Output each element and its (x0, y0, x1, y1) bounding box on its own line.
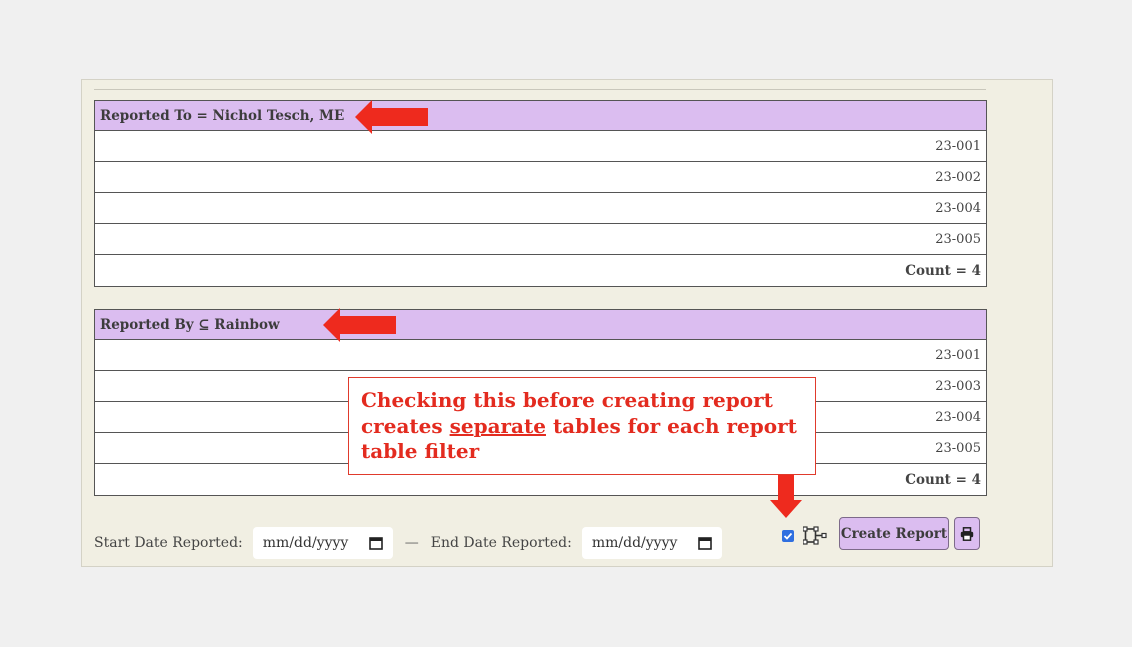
case-number[interactable]: 23-005 (935, 441, 981, 456)
table-count-row: Count = 4 (95, 255, 986, 286)
separate-tables-checkbox[interactable] (782, 530, 794, 542)
end-date-input[interactable]: mm/dd/yyyy (581, 527, 722, 559)
end-date-label: End Date Reported: (430, 535, 572, 551)
calendar-icon[interactable] (698, 536, 712, 550)
table-row[interactable]: 23-001 (95, 131, 986, 162)
printer-icon (960, 526, 974, 541)
callout-line: table filter (361, 439, 480, 463)
calendar-icon[interactable] (368, 536, 383, 550)
case-number[interactable]: 23-001 (935, 348, 981, 363)
report-table-reported-to: Reported To = Nichol Tesch, ME 23-001 23… (94, 100, 987, 287)
print-button[interactable] (954, 517, 980, 550)
divider (94, 89, 986, 90)
split-tables-icon (803, 526, 827, 545)
start-date-label: Start Date Reported: (94, 535, 243, 551)
case-number[interactable]: 23-004 (935, 410, 981, 425)
case-number[interactable]: 23-005 (935, 232, 981, 247)
count-label: Count = 4 (905, 471, 981, 488)
table-row[interactable]: 23-005 (95, 224, 986, 255)
table-row[interactable]: 23-004 (95, 193, 986, 224)
start-date-input[interactable]: mm/dd/yyyy (252, 527, 393, 559)
table-row[interactable]: 23-002 (95, 162, 986, 193)
annotation-arrow-left-icon (323, 308, 396, 342)
annotation-callout: Checking this before creating report cre… (348, 377, 816, 475)
annotation-arrow-left-icon (355, 100, 428, 134)
case-number[interactable]: 23-002 (935, 170, 981, 185)
report-panel: Reported To = Nichol Tesch, ME 23-001 23… (81, 79, 1053, 567)
count-label: Count = 4 (905, 262, 981, 279)
callout-line: Checking this before creating report (361, 388, 773, 412)
case-number[interactable]: 23-001 (935, 139, 981, 154)
date-filter-bar: Start Date Reported: mm/dd/yyyy — End Da… (94, 527, 722, 559)
case-number[interactable]: 23-003 (935, 379, 981, 394)
table-header: Reported By ⊆ Rainbow (95, 310, 986, 340)
date-range-dash: — (404, 535, 419, 551)
callout-line: creates separate tables for each report (361, 413, 797, 438)
case-number[interactable]: 23-004 (935, 201, 981, 216)
table-header: Reported To = Nichol Tesch, ME (95, 101, 986, 131)
create-report-button[interactable]: Create Report (839, 517, 949, 550)
table-row[interactable]: 23-001 (95, 340, 986, 371)
